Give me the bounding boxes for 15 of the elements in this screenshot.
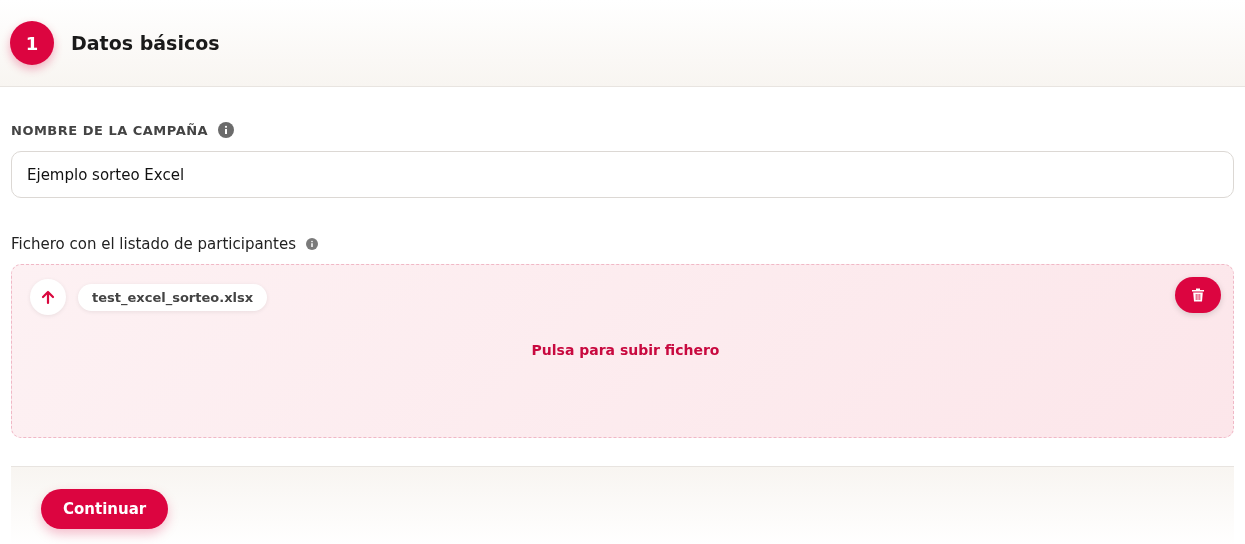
trash-icon: [1190, 287, 1206, 303]
step-number: 1: [10, 21, 54, 65]
input-field[interactable]: Ejemplo sorteo Excel: [11, 151, 1234, 198]
field-label: Fichero con el listado de participantes: [11, 235, 297, 253]
info-icon[interactable]: [218, 122, 235, 138]
info-icon[interactable]: [306, 238, 319, 250]
upload-button[interactable]: [30, 279, 66, 315]
continue-button[interactable]: Continuar: [41, 489, 169, 529]
file-chip: test_excel_sorteo.xlsx: [78, 283, 268, 311]
upload-prompt[interactable]: Pulsa para subir fichero: [531, 342, 720, 358]
arrow-up-icon: [40, 289, 56, 305]
step-title: Datos básicos: [71, 32, 220, 54]
field-label: NOMBRE DE LA CAMPAÑA: [11, 122, 209, 138]
upload-dropzone[interactable]: test_excel_sorteo.xlsx Pulsa para subir fichero: [11, 264, 1234, 438]
delete-button[interactable]: [1175, 277, 1221, 313]
